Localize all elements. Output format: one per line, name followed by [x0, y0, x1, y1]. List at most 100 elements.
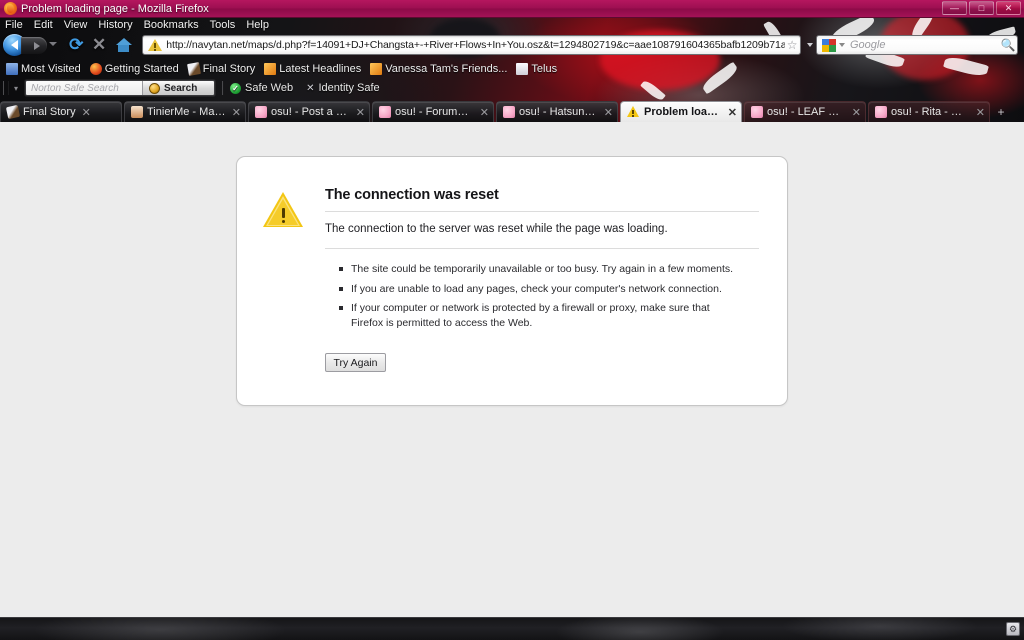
tab-close-icon[interactable]: ✕ — [604, 106, 613, 119]
try-again-button[interactable]: Try Again — [325, 353, 386, 372]
urlbar-dropdown-icon[interactable] — [805, 35, 816, 55]
magnifier-icon[interactable]: 🔍 — [999, 38, 1017, 52]
bookmark-telus[interactable]: Telus — [516, 63, 557, 75]
menu-edit[interactable]: Edit — [34, 19, 53, 31]
google-icon[interactable] — [822, 38, 836, 52]
error-description: The connection to the server was reset w… — [325, 212, 759, 249]
home-icon[interactable] — [113, 34, 136, 56]
bookmark-label: Telus — [531, 63, 558, 75]
window-title: Problem loading page - Mozilla Firefox — [21, 2, 209, 15]
tab-strip-empty-area — [1010, 101, 1024, 122]
menu-view[interactable]: View — [64, 19, 88, 31]
osu-icon — [255, 106, 267, 118]
identity-safe-label: Identity Safe — [318, 82, 380, 94]
bookmark-label: Most Visited — [21, 63, 81, 75]
chevron-down-icon[interactable] — [836, 43, 847, 47]
bookmark-getting-started[interactable]: Getting Started — [89, 63, 179, 75]
norton-identity-safe-button[interactable]: ✕ Identity Safe — [306, 82, 380, 94]
warning-icon — [627, 106, 640, 118]
tab-close-icon[interactable]: ✕ — [480, 106, 489, 119]
osu-icon — [379, 106, 391, 118]
menu-bookmarks[interactable]: Bookmarks — [144, 19, 199, 31]
desktop-bottom-strip: ⚙ — [0, 617, 1024, 640]
menu-file[interactable]: File — [5, 19, 23, 31]
search-bar[interactable]: Google 🔍 — [816, 35, 1018, 55]
green-check-icon: ✓ — [230, 82, 241, 94]
tab-close-icon[interactable]: ✕ — [852, 106, 861, 119]
pen-icon — [5, 104, 21, 120]
new-tab-button[interactable]: + — [992, 101, 1010, 122]
list-item: If your computer or network is protected… — [339, 301, 739, 330]
window-controls: — □ ✕ — [942, 1, 1021, 15]
chevron-down-icon[interactable] — [49, 42, 57, 46]
close-button[interactable]: ✕ — [996, 1, 1021, 15]
norton-safe-web-button[interactable]: ✓ Safe Web — [230, 82, 293, 94]
menu-history[interactable]: History — [98, 19, 132, 31]
osu-icon — [875, 106, 887, 118]
warning-site-identity-icon[interactable] — [148, 38, 163, 52]
tab-label: osu! - Hatsune M... — [519, 106, 598, 118]
tab-close-icon[interactable]: ✕ — [232, 106, 241, 119]
minimize-button[interactable]: — — [942, 1, 967, 15]
tab-problem-loading-page[interactable]: Problem loading... ✕ — [620, 101, 742, 122]
norton-search-group: Norton Safe Search Search — [25, 80, 215, 96]
norton-search-button-label: Search — [164, 82, 198, 94]
bookmark-label: Vanessa Tam's Friends... — [385, 63, 508, 75]
maximize-button[interactable]: □ — [969, 1, 994, 15]
firefox-window: Problem loading page - Mozilla Firefox —… — [0, 0, 1024, 640]
back-forward-group — [3, 34, 60, 56]
tab-label: osu! - Rita - CRISI... — [891, 106, 970, 118]
warning-triangle-icon — [263, 192, 303, 228]
toolbar-separator — [222, 81, 223, 95]
tab-label: osu! - Forums - B... — [395, 106, 474, 118]
forward-arrow-icon[interactable] — [21, 37, 47, 54]
bookmark-vanessa-tams-friends[interactable]: Vanessa Tam's Friends... — [370, 63, 507, 75]
tab-final-story[interactable]: Final Story ✕ — [0, 101, 122, 122]
tab-osu-hatsune-miku[interactable]: osu! - Hatsune M... ✕ — [496, 101, 618, 122]
list-item: The site could be temporarily unavailabl… — [339, 262, 739, 277]
navigation-toolbar: ⟳ ✕ http://navytan.net/maps/d.php?f=1409… — [0, 32, 1024, 58]
tab-osu-post-a-new[interactable]: osu! - Post a new... ✕ — [248, 101, 370, 122]
menu-bar: File Edit View History Bookmarks Tools H… — [0, 18, 1024, 32]
norton-badge-icon — [149, 82, 160, 94]
chevron-down-icon[interactable]: ▾ — [9, 84, 23, 93]
tray-icon[interactable]: ⚙ — [1006, 622, 1020, 636]
search-input[interactable]: Google — [847, 39, 999, 51]
tab-label: Final Story — [23, 106, 76, 118]
firefox-icon — [4, 2, 17, 15]
osu-icon — [751, 106, 763, 118]
error-suggestions-list: The site could be temporarily unavailabl… — [325, 249, 759, 330]
bookmarks-toolbar: Most Visited Getting Started Final Story… — [0, 60, 1024, 78]
tab-tinierme[interactable]: TinierMe - Make ... ✕ — [124, 101, 246, 122]
page-icon — [516, 63, 529, 75]
menu-tools[interactable]: Tools — [210, 19, 236, 31]
menu-help[interactable]: Help — [246, 19, 269, 31]
bookmark-label: Final Story — [202, 63, 256, 75]
tab-close-icon[interactable]: ✕ — [728, 106, 737, 119]
tab-osu-rita-crisis[interactable]: osu! - Rita - CRISI... ✕ — [868, 101, 990, 122]
bookmark-latest-headlines[interactable]: Latest Headlines — [264, 63, 361, 75]
error-body: The connection was reset The connection … — [325, 187, 759, 335]
firefox-icon — [89, 63, 102, 75]
norton-search-input[interactable]: Norton Safe Search — [26, 81, 142, 95]
stop-icon[interactable]: ✕ — [89, 34, 110, 56]
error-panel: The connection was reset The connection … — [236, 156, 788, 406]
tab-close-icon[interactable]: ✕ — [82, 106, 91, 119]
tab-close-icon[interactable]: ✕ — [356, 106, 365, 119]
bookmark-most-visited[interactable]: Most Visited — [6, 63, 81, 75]
url-input[interactable]: http://navytan.net/maps/d.php?f=14091+DJ… — [166, 39, 784, 51]
x-icon: ✕ — [306, 82, 315, 94]
title-bar: Problem loading page - Mozilla Firefox —… — [0, 0, 1024, 18]
pen-icon — [186, 62, 201, 76]
tab-label: TinierMe - Make ... — [147, 106, 226, 118]
tab-osu-leaf-xcee[interactable]: osu! - LEAF XCEE... ✕ — [744, 101, 866, 122]
osu-icon — [503, 106, 515, 118]
norton-search-button[interactable]: Search — [142, 81, 214, 95]
tab-close-icon[interactable]: ✕ — [976, 106, 985, 119]
reload-icon[interactable]: ⟳ — [66, 34, 87, 56]
url-bar[interactable]: http://navytan.net/maps/d.php?f=14091+DJ… — [142, 35, 801, 55]
tab-osu-forums[interactable]: osu! - Forums - B... ✕ — [372, 101, 494, 122]
bookmark-final-story[interactable]: Final Story — [186, 62, 256, 76]
star-icon[interactable]: ☆ — [785, 38, 800, 52]
norton-toolbar: ▾ Norton Safe Search Search ✓ Safe Web ✕… — [0, 78, 1024, 98]
